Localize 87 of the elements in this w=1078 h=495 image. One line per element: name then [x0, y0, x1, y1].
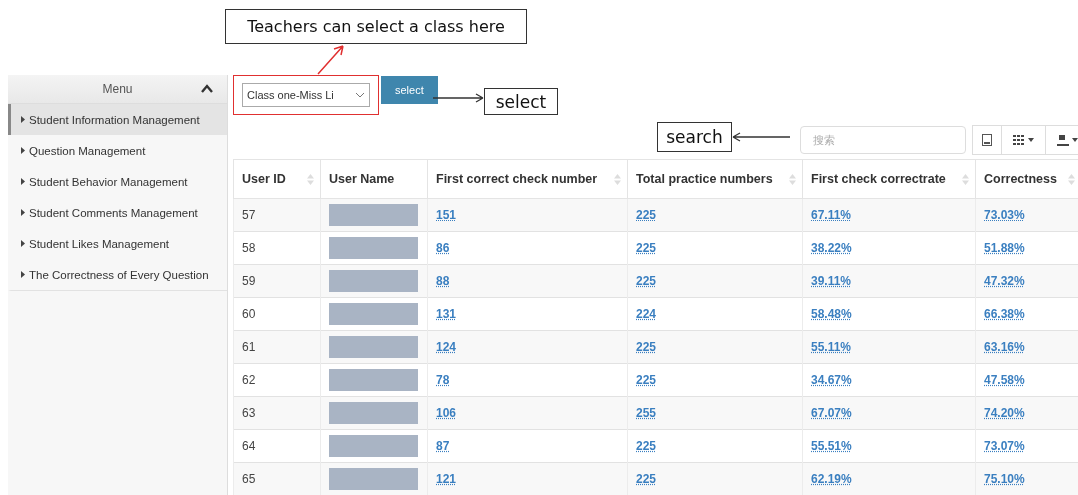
- value-link[interactable]: 131: [436, 307, 457, 321]
- value-link[interactable]: 106: [436, 406, 457, 420]
- value-link[interactable]: 86: [436, 241, 450, 255]
- triangle-icon: [21, 240, 25, 247]
- menu-item[interactable]: Question Management: [8, 135, 227, 166]
- column-header[interactable]: User Name: [320, 159, 428, 199]
- triangle-icon: [21, 271, 25, 278]
- value-link[interactable]: 151: [436, 208, 457, 222]
- toggle-view-button[interactable]: [972, 125, 1002, 155]
- caret-icon: [1072, 138, 1078, 142]
- value-link[interactable]: 73.03%: [984, 208, 1025, 222]
- value-link[interactable]: 39.11%: [811, 274, 852, 288]
- sort-icon: [962, 174, 969, 185]
- menu-item[interactable]: The Correctness of Every Question: [8, 259, 227, 291]
- search-field[interactable]: 搜索: [800, 126, 966, 154]
- value-link[interactable]: 225: [636, 472, 657, 486]
- select-button[interactable]: select: [381, 76, 438, 104]
- class-callout: Teachers can select a class here: [225, 9, 527, 44]
- table-cell: 60: [233, 297, 321, 331]
- menu-item[interactable]: Student Likes Management: [8, 228, 227, 259]
- value-link[interactable]: 51.88%: [984, 241, 1025, 255]
- value-link[interactable]: 66.38%: [984, 307, 1025, 321]
- menu-title: Menu: [102, 82, 133, 96]
- value-link[interactable]: 255: [636, 406, 657, 420]
- triangle-icon: [21, 147, 25, 154]
- grid-icon: [1013, 135, 1025, 145]
- page-icon: [982, 134, 992, 146]
- table-cell: 61: [233, 330, 321, 364]
- triangle-icon: [21, 209, 25, 216]
- caret-icon: [1028, 138, 1034, 142]
- search-callout: search: [657, 122, 732, 152]
- sort-icon: [1068, 174, 1075, 185]
- triangle-icon: [21, 116, 25, 123]
- columns-button[interactable]: [1001, 125, 1046, 155]
- value-link[interactable]: 87: [436, 439, 450, 453]
- sort-icon: [307, 174, 314, 185]
- column-header[interactable]: Total practice numbers: [627, 159, 803, 199]
- table-cell: 59: [233, 264, 321, 298]
- value-link[interactable]: 73.07%: [984, 439, 1025, 453]
- value-link[interactable]: 225: [636, 241, 657, 255]
- value-link[interactable]: 224: [636, 307, 657, 321]
- value-link[interactable]: 225: [636, 274, 657, 288]
- value-link[interactable]: 47.32%: [984, 274, 1025, 288]
- sort-icon: [614, 174, 621, 185]
- export-icon: [1057, 134, 1069, 146]
- arrow: [433, 92, 484, 104]
- arrow: [732, 131, 790, 143]
- table-cell: 63: [233, 396, 321, 430]
- caret-icon[interactable]: [201, 84, 213, 93]
- table-cell: 58: [233, 231, 321, 265]
- triangle-icon: [21, 178, 25, 185]
- column-header[interactable]: First check correctrate: [802, 159, 976, 199]
- value-link[interactable]: 225: [636, 340, 657, 354]
- value-link[interactable]: 67.11%: [811, 208, 852, 222]
- menu-item[interactable]: Student Behavior Management: [8, 166, 227, 197]
- value-link[interactable]: 78: [436, 373, 450, 387]
- value-link[interactable]: 38.22%: [811, 241, 852, 255]
- value-link[interactable]: 225: [636, 373, 657, 387]
- value-link[interactable]: 55.51%: [811, 439, 852, 453]
- column-header[interactable]: Correctness: [975, 159, 1078, 199]
- value-link[interactable]: 55.11%: [811, 340, 852, 354]
- value-link[interactable]: 58.48%: [811, 307, 852, 321]
- class-select[interactable]: Class one-Miss Li: [242, 83, 370, 107]
- value-link[interactable]: 88: [436, 274, 450, 288]
- value-link[interactable]: 47.58%: [984, 373, 1025, 387]
- value-link[interactable]: 225: [636, 439, 657, 453]
- column-header[interactable]: User ID: [233, 159, 321, 199]
- select-callout: select: [484, 88, 558, 115]
- menu-item[interactable]: Student Comments Management: [8, 197, 227, 228]
- export-button[interactable]: [1045, 125, 1078, 155]
- sort-icon: [789, 174, 796, 185]
- table-cell: 65: [233, 462, 321, 495]
- column-header[interactable]: First correct check number: [427, 159, 628, 199]
- value-link[interactable]: 75.10%: [984, 472, 1025, 486]
- menu-item[interactable]: Student Information Management: [8, 104, 227, 135]
- table-cell: 64: [233, 429, 321, 463]
- value-link[interactable]: 67.07%: [811, 406, 852, 420]
- value-link[interactable]: 62.19%: [811, 472, 852, 486]
- table-cell: 57: [233, 198, 321, 232]
- chevron-icon: [355, 92, 365, 98]
- value-link[interactable]: 63.16%: [984, 340, 1025, 354]
- value-link[interactable]: 74.20%: [984, 406, 1025, 420]
- table-cell: 62: [233, 363, 321, 397]
- value-link[interactable]: 121: [436, 472, 457, 486]
- value-link[interactable]: 34.67%: [811, 373, 852, 387]
- value-link[interactable]: 124: [436, 340, 457, 354]
- value-link[interactable]: 225: [636, 208, 657, 222]
